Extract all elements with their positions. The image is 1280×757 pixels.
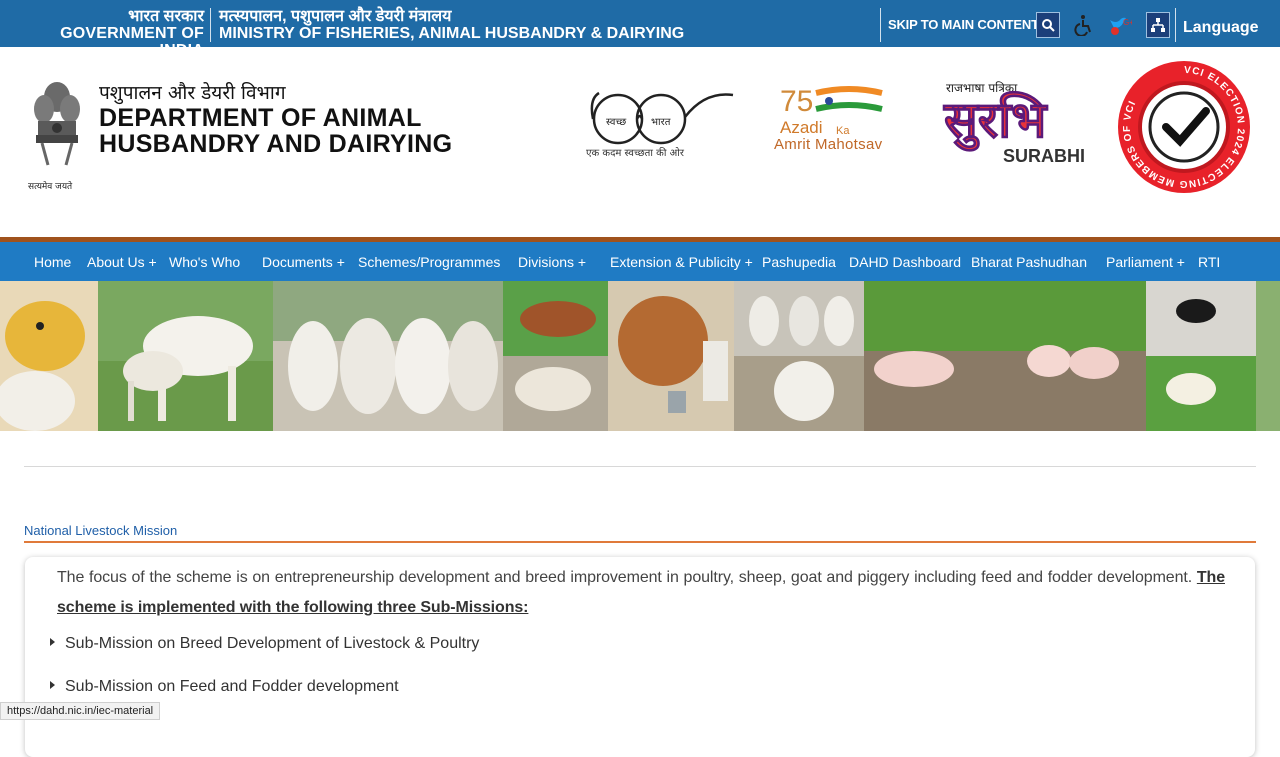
nav-item-extension-publicity[interactable]: Extension & Publicity + [610,254,753,270]
sitemap-icon[interactable] [1146,12,1170,38]
nav-item-about-us[interactable]: About Us + [87,254,157,270]
nav-item-pashupedia[interactable]: Pashupedia [762,254,836,270]
dept-line-1: DEPARTMENT OF ANIMAL [99,104,422,132]
top-gov-bar: भारत सरकार GOVERNMENT OF INDIA मत्स्यपाल… [0,0,1280,59]
swachh-right-text: भारत [651,117,671,128]
language-selector[interactable]: Language [1183,19,1259,37]
topbar-divider [1175,8,1176,42]
pigs-photo [864,281,1146,431]
goats-photo [734,281,864,431]
svg-text:G+: G+ [1123,18,1132,27]
azadi-75-text: 75 [780,85,813,118]
list-item: Sub-Mission on Feed and Fodder developme… [50,678,399,696]
nav-item-documents[interactable]: Documents + [262,254,345,270]
gov-hindi: भारत सरकार [128,8,204,25]
ministry-label: मत्स्यपालन, पशुपालन और डेयरी मंत्रालय MI… [219,8,685,43]
nav-item-home[interactable]: Home [34,254,71,270]
site-header: सत्यमेव जयते पशुपालन और डेयरी विभाग DEPA… [0,47,1280,237]
breadcrumb[interactable]: National Livestock Mission [24,523,177,538]
bullet-triangle-icon [50,681,55,689]
dept-line-2: HUSBANDRY AND DAIRYING [99,130,453,158]
status-bar-url: https://dahd.nic.in/iec-material [0,702,161,720]
list-item-label: Sub-Mission on Breed Development of Live… [65,635,480,652]
list-item-label: Sub-Mission on Feed and Fodder developme… [65,678,399,695]
chick-photo [0,281,98,431]
skip-to-main-content-link[interactable]: SKIP TO MAIN CONTENT [888,17,1039,32]
swachh-caption: एक कदम स्वच्छता की ओर [586,148,684,159]
scheme-description: The focus of the scheme is on entreprene… [57,563,1225,623]
nav-item-rti[interactable]: RTI [1198,254,1220,270]
amrit-mahotsav-text: Amrit Mahotsav [774,136,883,153]
cows-field-photo [98,281,273,431]
nav-item-parliament[interactable]: Parliament + [1106,254,1185,270]
scheme-description-text: The focus of the scheme is on entreprene… [57,569,1197,586]
nav-item-bharat-pashudhan[interactable]: Bharat Pashudhan [971,254,1087,270]
social-media-icon[interactable]: G+ [1108,12,1132,38]
nav-item-schemes[interactable]: Schemes/Programmes [358,254,500,270]
nav-item-divisions[interactable]: Divisions + [518,254,586,270]
surabhi-logo-text[interactable]: सुरभि [943,91,1046,150]
swachh-left-text: स्वच्छ [606,117,626,128]
milking-photo [608,281,734,431]
nav-item-dahd-dashboard[interactable]: DAHD Dashboard [849,254,961,270]
topbar-divider [210,8,211,42]
vci-election-badge-icon[interactable]: VCI ELECTION 2024 ELECTING MEMBERS OF VC… [1114,57,1254,197]
bullet-triangle-icon [50,638,55,646]
department-name-hindi: पशुपालन और डेयरी विभाग [99,82,286,104]
nav-item-whos-who[interactable]: Who's Who [169,254,240,270]
accessibility-icon[interactable] [1072,12,1096,38]
ministry-english: MINISTRY OF FISHERIES, ANIMAL HUSBANDRY … [219,25,685,42]
department-name-english[interactable]: DEPARTMENT OF ANIMAL HUSBANDRY AND DAIRY… [99,105,452,157]
brown-cow-photo [503,281,608,431]
ministry-hindi: मत्स्यपालन, पशुपालन और डेयरी मंत्रालय [219,8,452,25]
breadcrumb-underline [24,541,1256,543]
surabhi-english: SURABHI [1003,146,1086,166]
list-item: Sub-Mission on Breed Development of Live… [50,635,479,653]
banner-edge-photo [1256,281,1280,431]
emblem-caption: सत्यमेव जयते [28,182,73,192]
content-divider [24,466,1256,467]
livestock-banner-image [0,281,1280,431]
national-emblem-icon[interactable] [28,75,86,195]
main-navigation: Home About Us + Who's Who Documents + Sc… [0,237,1280,281]
goat-sheep-photo [1146,281,1256,431]
topbar-divider [880,8,881,42]
herd-photo [273,281,503,431]
azadi-text: Azadi [780,118,823,137]
search-icon[interactable] [1036,12,1060,38]
